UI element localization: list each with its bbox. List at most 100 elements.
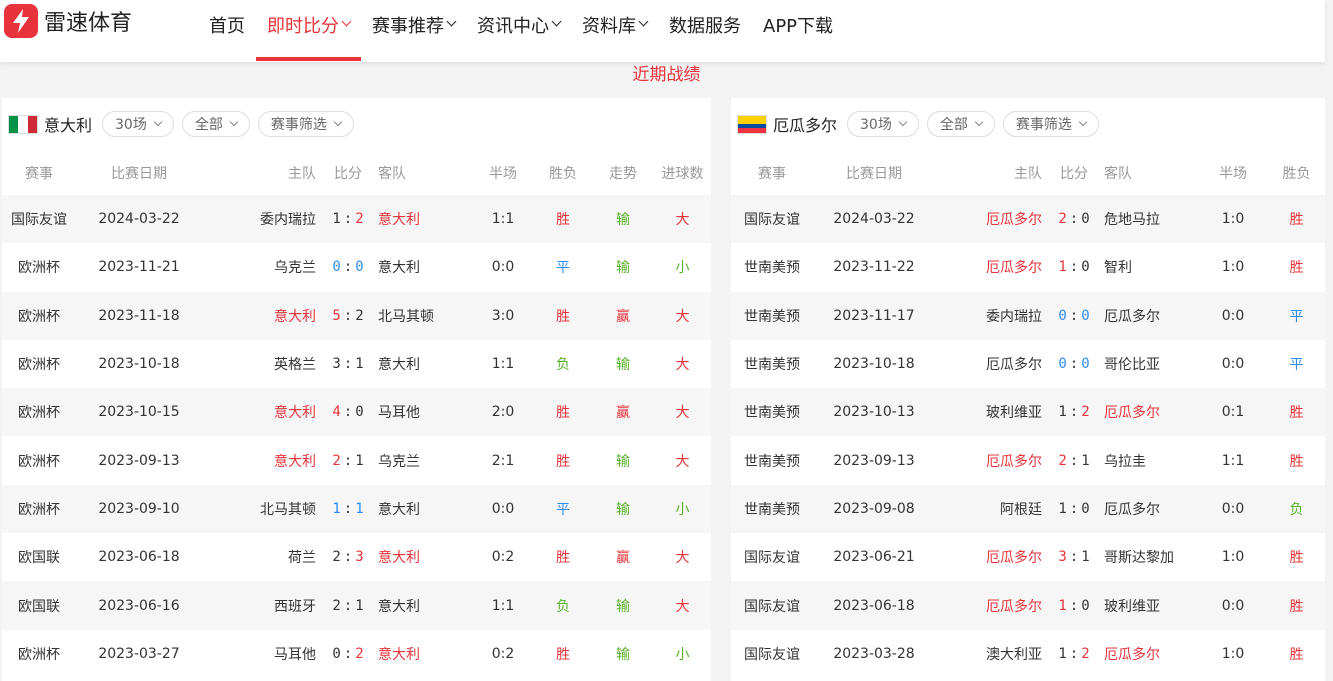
event-cell[interactable]: 欧国联 [2,533,76,582]
scope-select[interactable]: 全部 [926,111,995,137]
table-row[interactable]: 欧洲杯 2023-09-10 北马其顿 1:1 意大利 0:0 平输小 [2,484,711,534]
halftime-cell: 0:0 [1198,339,1268,389]
table-row[interactable]: 欧洲杯 2023-09-13 意大利 2:1 乌克兰 2:1 胜输大 [2,436,711,485]
result-cell: 胜 [534,388,592,437]
table-row[interactable]: 国际友谊 2023-06-21 厄瓜多尔 3:1 哥斯达黎加 1:0 胜 [731,533,1325,582]
nav-item-0[interactable]: 首页 [198,0,256,62]
away-team-cell[interactable]: 意大利 [372,243,472,292]
event-cell[interactable]: 世南美预 [731,243,813,292]
table-row[interactable]: 世南美预 2023-09-13 厄瓜多尔 2:1 乌拉圭 1:1 胜 [731,436,1325,485]
table-row[interactable]: 世南美预 2023-10-13 玻利维亚 1:2 厄瓜多尔 0:1 胜 [731,388,1325,437]
home-team-cell[interactable]: 马耳他 [202,629,324,678]
away-team-cell[interactable]: 哥伦比亚 [1098,339,1198,389]
nav-item-1[interactable]: 即时比分 [256,0,361,62]
home-team-cell[interactable]: 意大利 [202,436,324,485]
home-team-cell[interactable]: 厄瓜多尔 [935,243,1050,292]
event-cell[interactable]: 欧洲杯 [2,339,76,389]
table-row[interactable]: 世南美预 2023-10-18 厄瓜多尔 0:0 哥伦比亚 0:0 平 [731,339,1325,389]
home-team-cell[interactable]: 厄瓜多尔 [935,339,1050,389]
home-team-cell[interactable]: 厄瓜多尔 [935,436,1050,485]
brand-logo[interactable]: 雷速体育 [4,4,132,38]
event-cell[interactable]: 国际友谊 [731,195,813,244]
table-row[interactable]: 世南美预 2023-11-22 厄瓜多尔 1:0 智利 1:0 胜 [731,243,1325,292]
home-team-cell[interactable]: 英格兰 [202,339,324,389]
nav-item-3[interactable]: 资讯中心 [466,0,571,62]
table-row[interactable]: 欧国联 2023-06-18 荷兰 2:3 意大利 0:2 胜赢大 [2,533,711,582]
table-row[interactable]: 国际友谊 2024-03-22 厄瓜多尔 2:0 危地马拉 1:0 胜 [731,195,1325,244]
event-cell[interactable]: 世南美预 [731,339,813,389]
nav-item-5[interactable]: 数据服务 [658,0,752,62]
event-cell[interactable]: 国际友谊 [2,195,76,244]
away-team-cell[interactable]: 意大利 [372,339,472,389]
event-filter-select[interactable]: 赛事筛选 [257,111,354,137]
nav-item-6[interactable]: APP下载 [752,0,844,62]
table-row[interactable]: 国际友谊 2023-06-18 厄瓜多尔 1:0 玻利维亚 0:0 胜 [731,581,1325,630]
table-row[interactable]: 欧国联 2023-06-16 西班牙 2:1 意大利 1:1 负输大 [2,581,711,630]
table-row[interactable]: 欧洲杯 2023-03-27 马耳他 0:2 意大利 0:2 胜输小 [2,629,711,678]
goals-cell: 小 [654,629,711,678]
away-team-cell[interactable]: 马耳他 [372,388,472,437]
away-team-cell[interactable]: 厄瓜多尔 [1098,484,1198,534]
away-team-cell[interactable]: 意大利 [372,484,472,534]
home-team-cell[interactable]: 意大利 [202,388,324,437]
event-cell[interactable]: 欧洲杯 [2,436,76,485]
away-team-cell[interactable]: 厄瓜多尔 [1098,388,1198,437]
table-row[interactable]: 欧洲杯 2023-10-18 英格兰 3:1 意大利 1:1 负输大 [2,339,711,389]
match-count-select[interactable]: 30场 [847,111,919,137]
away-team-cell[interactable]: 玻利维亚 [1098,581,1198,630]
table-row[interactable]: 国际友谊 2024-03-22 委内瑞拉 1:2 意大利 1:1 胜输大 [2,195,711,244]
home-team-cell[interactable]: 荷兰 [202,533,324,582]
home-team-cell[interactable]: 委内瑞拉 [202,195,324,244]
away-team-cell[interactable]: 哥斯达黎加 [1098,533,1198,582]
home-team-cell[interactable]: 西班牙 [202,581,324,630]
brand-name: 雷速体育 [44,11,133,36]
table-row[interactable]: 欧洲杯 2023-10-15 意大利 4:0 马耳他 2:0 胜赢大 [2,388,711,437]
away-team-cell[interactable]: 乌拉圭 [1098,436,1198,485]
away-team-cell[interactable]: 意大利 [372,581,472,630]
event-cell[interactable]: 欧洲杯 [2,388,76,437]
home-team-cell[interactable]: 委内瑞拉 [935,291,1050,340]
nav-item-4[interactable]: 资料库 [571,0,658,62]
table-row[interactable]: 国际友谊 2023-03-28 澳大利亚 1:2 厄瓜多尔 1:0 胜 [731,629,1325,678]
table-row[interactable]: 欧洲杯 2023-11-18 意大利 5:2 北马其顿 3:0 胜赢大 [2,291,711,340]
away-team-cell[interactable]: 厄瓜多尔 [1098,291,1198,340]
home-team-cell[interactable]: 厄瓜多尔 [935,195,1050,244]
away-team-cell[interactable]: 意大利 [372,533,472,582]
event-filter-select[interactable]: 赛事筛选 [1002,111,1099,137]
event-cell[interactable]: 世南美预 [731,291,813,340]
event-cell[interactable]: 欧洲杯 [2,243,76,292]
nav-item-2[interactable]: 赛事推荐 [361,0,466,62]
home-team-cell[interactable]: 玻利维亚 [935,388,1050,437]
event-cell[interactable]: 欧洲杯 [2,629,76,678]
away-team-cell[interactable]: 乌克兰 [372,436,472,485]
away-team-cell[interactable]: 危地马拉 [1098,195,1198,244]
scope-select[interactable]: 全部 [181,111,250,137]
home-team-cell[interactable]: 澳大利亚 [935,629,1050,678]
away-team-cell[interactable]: 厄瓜多尔 [1098,629,1198,678]
home-team-cell[interactable]: 厄瓜多尔 [935,581,1050,630]
match-count-select[interactable]: 30场 [102,111,174,137]
away-team-cell[interactable]: 意大利 [372,629,472,678]
event-cell[interactable]: 欧国联 [2,581,76,630]
home-team-panel: 意大利 30场 全部 赛事筛选 赛事 比赛日期 主队 比分 客队 半场 胜负 走势 进球数 国际… [2,98,711,681]
event-cell[interactable]: 国际友谊 [731,629,813,678]
away-team-cell[interactable]: 意大利 [372,195,472,244]
event-cell[interactable]: 国际友谊 [731,581,813,630]
home-team-cell[interactable]: 阿根廷 [935,484,1050,534]
event-cell[interactable]: 世南美预 [731,436,813,485]
away-team-cell[interactable]: 北马其顿 [372,291,472,340]
home-team-cell[interactable]: 意大利 [202,291,324,340]
home-team-cell[interactable]: 北马其顿 [202,484,324,534]
away-team-cell[interactable]: 智利 [1098,243,1198,292]
home-team-cell[interactable]: 厄瓜多尔 [935,533,1050,582]
table-row[interactable]: 世南美预 2023-09-08 阿根廷 1:0 厄瓜多尔 0:0 负 [731,484,1325,534]
chevron-down-icon [638,16,649,27]
home-team-cell[interactable]: 乌克兰 [202,243,324,292]
event-cell[interactable]: 国际友谊 [731,533,813,582]
event-cell[interactable]: 世南美预 [731,388,813,437]
event-cell[interactable]: 欧洲杯 [2,484,76,534]
table-row[interactable]: 欧洲杯 2023-11-21 乌克兰 0:0 意大利 0:0 平输小 [2,243,711,292]
table-row[interactable]: 世南美预 2023-11-17 委内瑞拉 0:0 厄瓜多尔 0:0 平 [731,291,1325,340]
event-cell[interactable]: 世南美预 [731,484,813,534]
event-cell[interactable]: 欧洲杯 [2,291,76,340]
